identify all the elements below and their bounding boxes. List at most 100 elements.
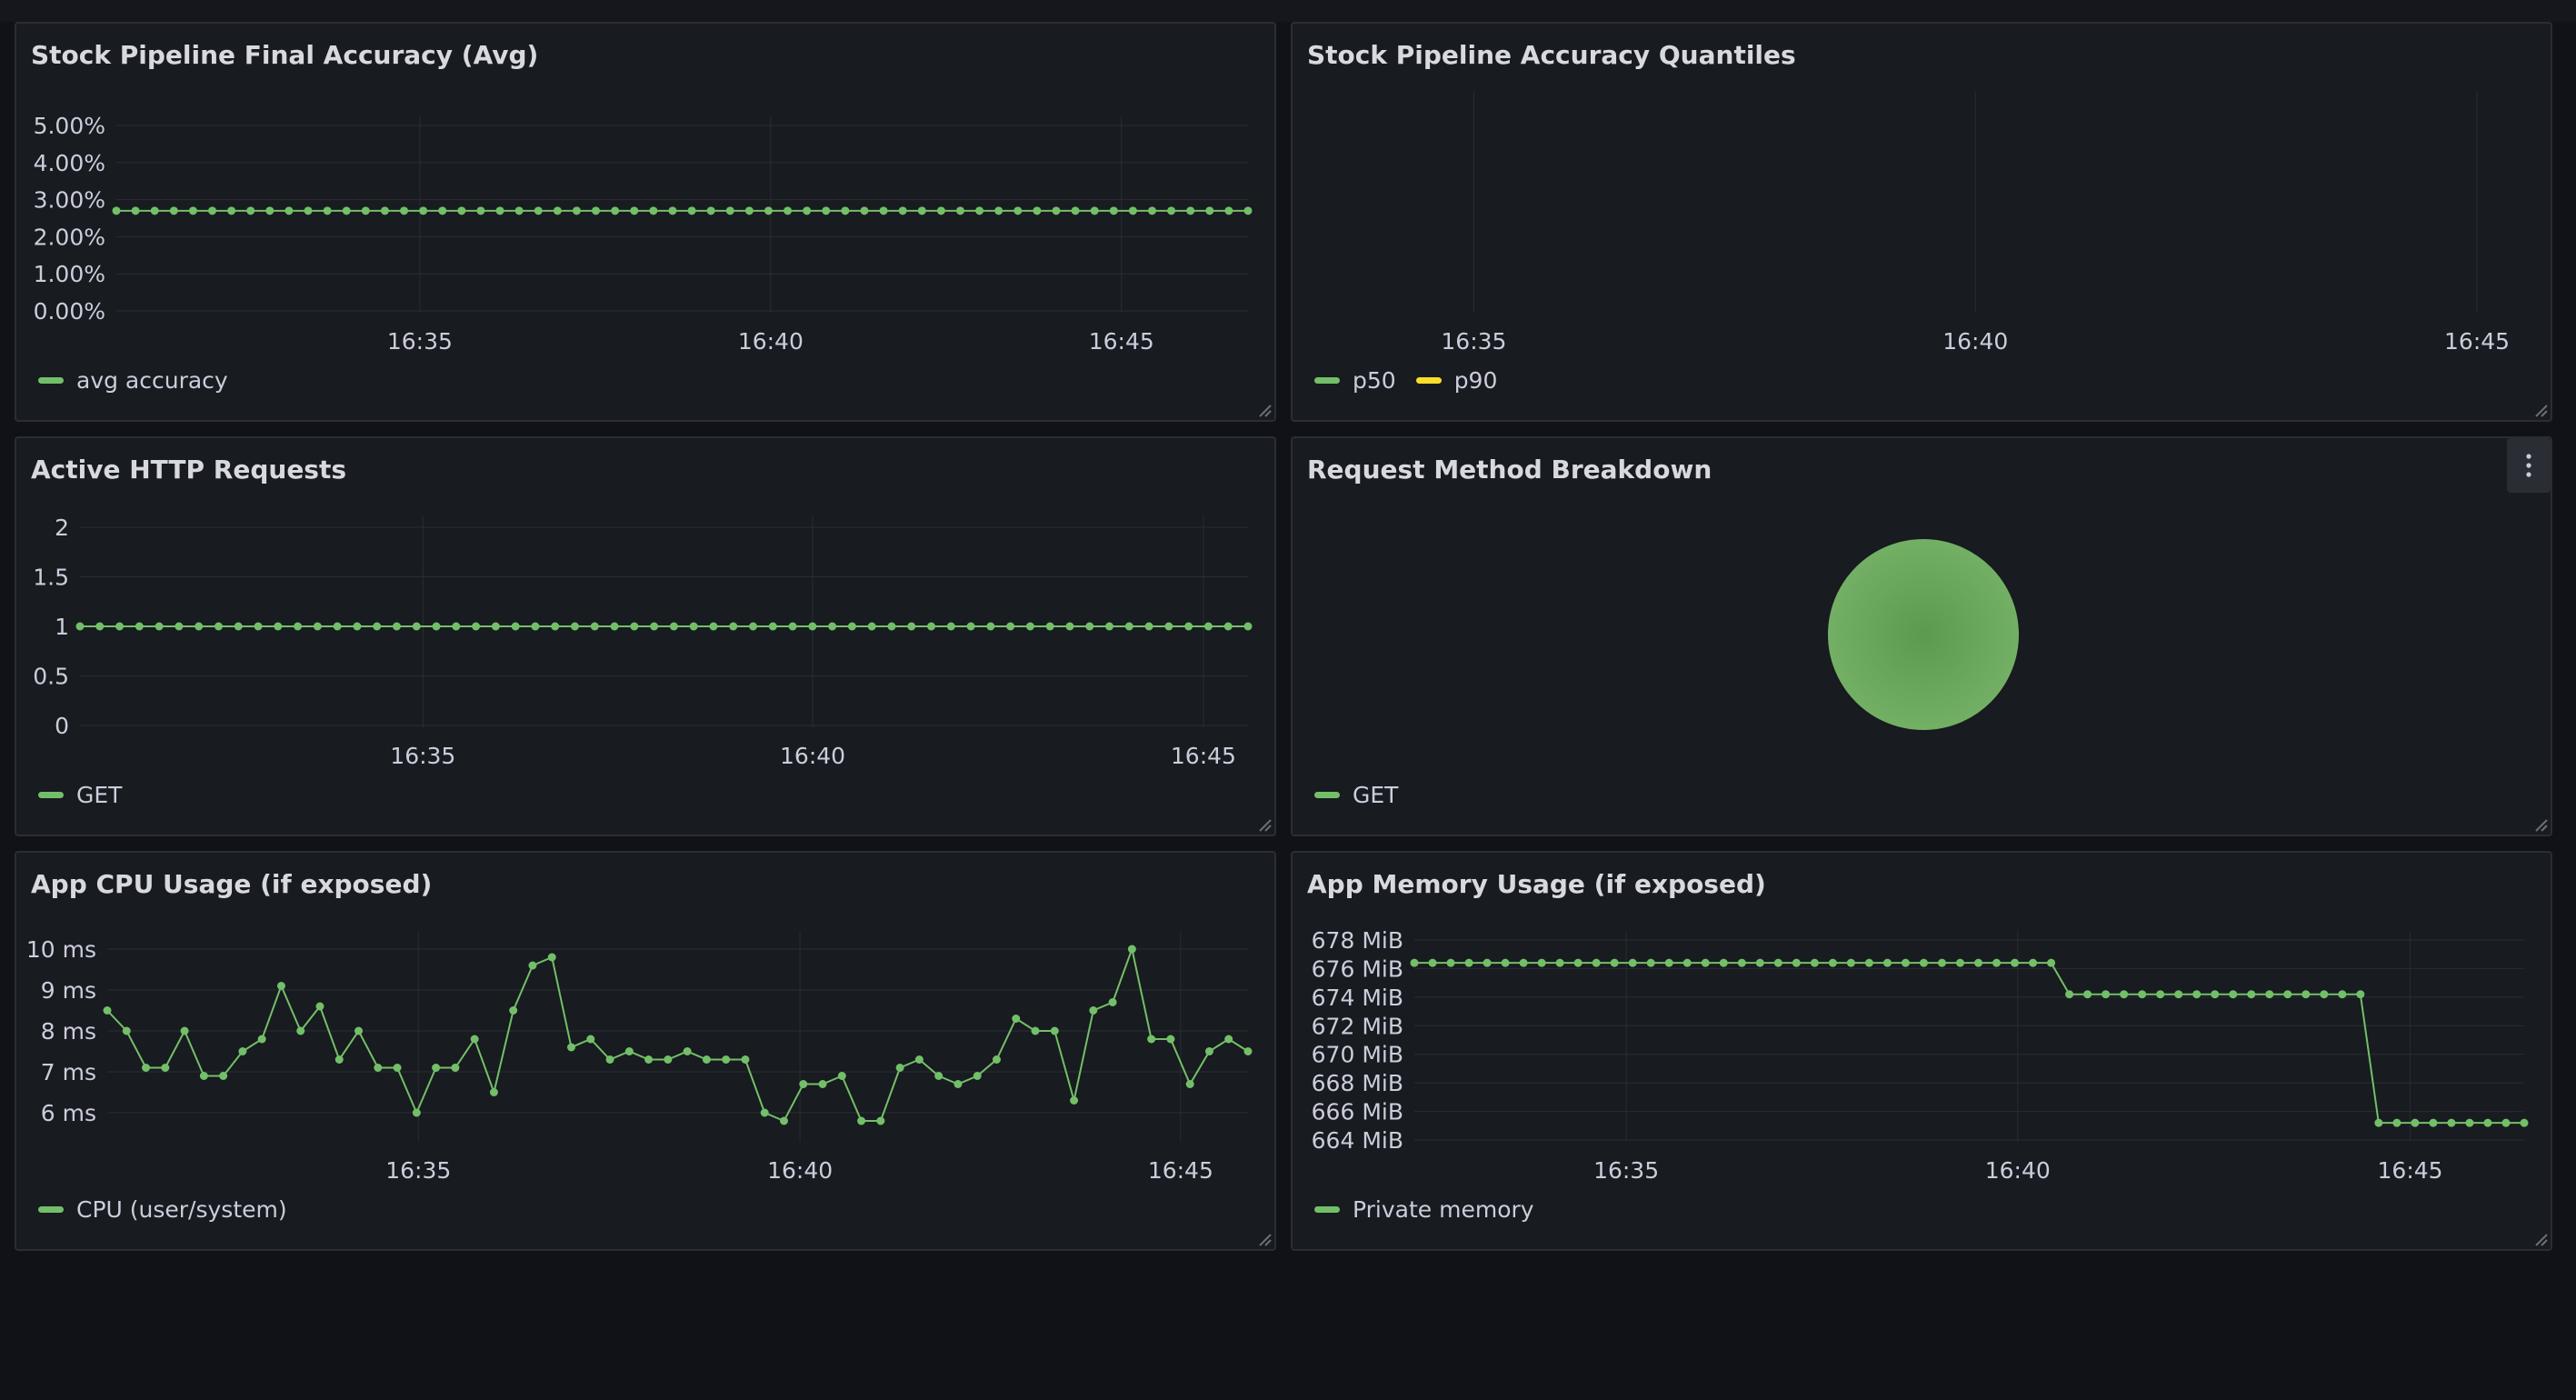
data-point xyxy=(412,1108,421,1117)
resize-handle-icon[interactable] xyxy=(1256,402,1273,418)
data-point xyxy=(567,1043,576,1052)
panel-method-breakdown[interactable]: Request Method Breakdown GET xyxy=(1291,436,2552,836)
legend-item-private-memory[interactable]: Private memory xyxy=(1314,1196,1534,1223)
data-point xyxy=(768,622,777,631)
panel-http-requests[interactable]: Active HTTP Requests 16:35 16:40 16:45 2 1.5… xyxy=(15,436,1276,836)
method-breakdown-pie[interactable] xyxy=(1293,438,2552,836)
data-point xyxy=(572,206,581,215)
data-point xyxy=(867,622,876,631)
data-point xyxy=(841,206,850,215)
data-point xyxy=(1013,206,1023,215)
dashboard-top-bar xyxy=(0,0,2576,22)
data-point xyxy=(103,1006,112,1015)
data-point xyxy=(1701,958,1710,967)
resize-handle-icon[interactable] xyxy=(1256,1231,1273,1247)
legend: p50 p90 xyxy=(1314,367,1497,394)
data-point xyxy=(1810,958,1819,967)
data-point xyxy=(219,1072,228,1080)
data-point xyxy=(2447,1118,2456,1127)
cpu-usage-chart[interactable]: 16:35 16:40 16:45 10 ms 9 ms 8 ms 7 ms 6 ms xyxy=(16,853,1276,1251)
data-point xyxy=(2520,1118,2529,1127)
data-point xyxy=(1167,206,1176,215)
data-point xyxy=(509,1006,518,1015)
data-point xyxy=(112,206,121,215)
panel-cpu-usage[interactable]: App CPU Usage (if exposed) 16:35 16:40 16:… xyxy=(15,851,1276,1251)
data-point xyxy=(115,622,125,631)
data-point xyxy=(294,622,303,631)
legend-item-get[interactable]: GET xyxy=(38,782,122,808)
resize-handle-icon[interactable] xyxy=(2532,816,2549,833)
memory-usage-chart[interactable]: 16:35 16:40 16:45 678 MiB676 MiB 674 MiB672 … xyxy=(1293,853,2552,1251)
legend-item-avg-accuracy[interactable]: avg accuracy xyxy=(38,367,228,394)
data-point xyxy=(1109,206,1118,215)
data-point xyxy=(432,622,441,631)
data-point xyxy=(2338,990,2347,999)
data-point xyxy=(323,206,332,215)
resize-handle-icon[interactable] xyxy=(2532,1231,2549,1247)
data-point xyxy=(975,206,984,215)
panel-accuracy-quantiles[interactable]: Stock Pipeline Accuracy Quantiles 16:35 1… xyxy=(1291,22,2552,422)
accuracy-quantiles-chart[interactable]: 16:35 16:40 16:45 xyxy=(1293,24,2552,422)
data-point xyxy=(1792,958,1801,967)
data-point xyxy=(393,1064,402,1072)
data-point xyxy=(354,1026,364,1035)
y-tick-label: 4.00% xyxy=(34,150,105,176)
resize-handle-icon[interactable] xyxy=(2532,402,2549,418)
y-tick-label: 3.00% xyxy=(34,187,105,214)
legend-item-p90[interactable]: p90 xyxy=(1415,367,1497,394)
data-point xyxy=(1144,622,1153,631)
data-point xyxy=(1184,622,1193,631)
data-point xyxy=(2465,1118,2474,1127)
data-point xyxy=(1164,622,1173,631)
data-point xyxy=(760,1108,769,1117)
data-point xyxy=(476,206,485,215)
data-point xyxy=(1483,958,1492,967)
data-point xyxy=(973,1072,982,1080)
data-point xyxy=(1755,958,1764,967)
legend-item-p50[interactable]: p50 xyxy=(1314,367,1396,394)
grid xyxy=(1473,91,2478,313)
y-tick-label: 0.5 xyxy=(33,664,69,690)
data-point xyxy=(534,206,543,215)
data-point xyxy=(1664,958,1673,967)
data-point xyxy=(879,206,888,215)
data-point xyxy=(1089,1006,1098,1015)
panel-memory-usage[interactable]: App Memory Usage (if exposed) 16:35 16:40… xyxy=(1291,851,2552,1251)
data-point xyxy=(2174,990,2183,999)
http-requests-chart[interactable]: 16:35 16:40 16:45 2 1.5 1 0.5 0 xyxy=(16,438,1276,836)
y-tick-label: 0.00% xyxy=(34,298,105,325)
data-point xyxy=(2192,990,2202,999)
legend-item-cpu[interactable]: CPU (user/system) xyxy=(38,1196,287,1223)
y-tick-label: 670 MiB xyxy=(1312,1042,1403,1068)
data-point xyxy=(452,622,461,631)
data-point xyxy=(227,206,236,215)
data-point xyxy=(2083,990,2092,999)
data-point xyxy=(650,622,659,631)
pie-group xyxy=(1826,537,2021,732)
accuracy-avg-chart[interactable]: 16:35 16:40 16:45 5.00% 4.00% 3.00% 2.00% 1.00%… xyxy=(16,24,1276,422)
data-point xyxy=(857,1116,866,1125)
data-point xyxy=(744,206,754,215)
data-point xyxy=(2483,1118,2492,1127)
data-point xyxy=(630,622,639,631)
data-point xyxy=(531,622,540,631)
data-point xyxy=(419,206,428,215)
data-point xyxy=(1243,622,1253,631)
legend-item-get[interactable]: GET xyxy=(1314,782,1398,808)
resize-handle-icon[interactable] xyxy=(1256,816,1273,833)
x-tick-label: 16:40 xyxy=(1985,1157,2051,1184)
x-tick-label: 16:40 xyxy=(767,1157,833,1184)
data-point xyxy=(334,1055,344,1064)
data-point xyxy=(380,206,389,215)
data-point xyxy=(2501,1118,2511,1127)
data-point xyxy=(1410,958,1419,967)
data-point xyxy=(1203,622,1213,631)
panel-accuracy-avg[interactable]: Stock Pipeline Final Accuracy (Avg) 16:3… xyxy=(15,22,1276,422)
data-point xyxy=(749,622,758,631)
data-point xyxy=(1592,958,1601,967)
data-point xyxy=(95,622,105,631)
data-point xyxy=(1955,958,1964,967)
data-point xyxy=(451,1064,460,1072)
grid xyxy=(80,516,1248,727)
data-point xyxy=(199,1072,208,1080)
